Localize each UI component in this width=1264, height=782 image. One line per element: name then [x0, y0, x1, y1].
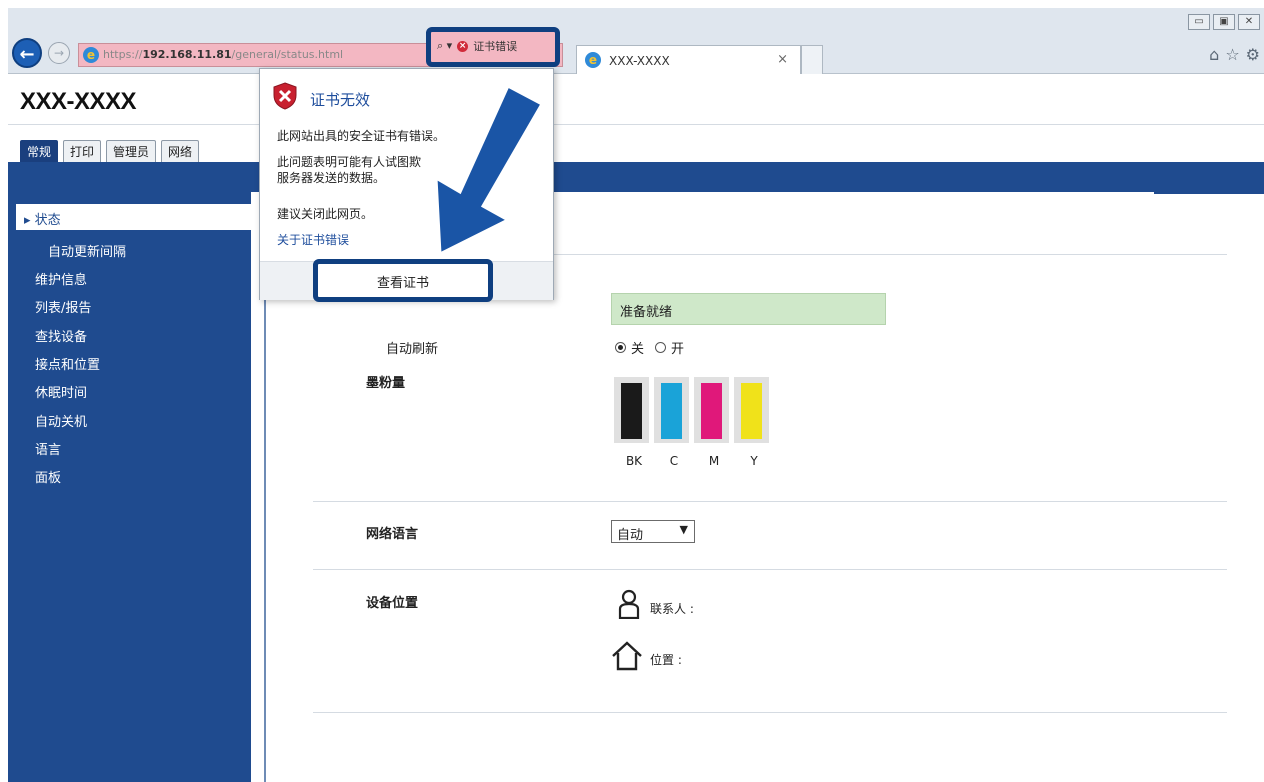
tab-network[interactable]: 网络: [161, 140, 200, 163]
web-language-value: 自动: [617, 528, 644, 543]
browser-tab[interactable]: e XXX-XXXX ×: [576, 45, 801, 74]
web-page: XXX-XXXX 常规 打印 管理员 网络 ▸ 状态 自动更新间隔 维护信息 列…: [8, 74, 1264, 782]
invalid-certificate-shield-icon: [273, 82, 297, 110]
toner-c-label: C: [669, 454, 679, 468]
home-icon[interactable]: ⌂: [1209, 45, 1219, 64]
sidebar-item-sleep-time[interactable]: 休眠时间: [35, 382, 87, 401]
toner-y-gauge: [734, 377, 769, 443]
toner-gauges: [614, 377, 769, 443]
error-shield-icon: ×: [457, 40, 469, 52]
tab-administrator[interactable]: 管理员: [106, 140, 157, 163]
tab-print[interactable]: 打印: [63, 140, 102, 163]
toner-labels: BK C M Y: [614, 454, 774, 468]
contact-label: 联系人 :: [650, 602, 694, 616]
about-certificate-errors-link[interactable]: 关于证书错误: [277, 231, 349, 248]
sidebar-item-contact-location[interactable]: 接点和位置: [35, 354, 100, 373]
location-label: 位置 :: [650, 653, 682, 667]
forward-arrow-icon[interactable]: →: [48, 42, 70, 64]
header-divider: [8, 124, 1264, 125]
toner-m-gauge: [694, 377, 729, 443]
header-bar: [8, 162, 1264, 194]
address-url: https://192.168.11.81/general/status.htm…: [103, 48, 344, 61]
new-tab-button[interactable]: [801, 45, 823, 74]
toolbar-icons: ⌂ ☆ ⚙: [1209, 45, 1260, 64]
popup-message-line: 建议关闭此网页。: [277, 207, 374, 221]
device-status-value: 准备就绪: [611, 293, 886, 325]
popup-message-line: 此网站出具的安全证书有错误。: [277, 129, 446, 143]
tab-close-icon[interactable]: ×: [777, 52, 788, 67]
toner-m-fill: [701, 383, 722, 439]
main-tabs: 常规 打印 管理员 网络: [20, 140, 200, 163]
ie-logo-icon: e: [83, 47, 99, 63]
auto-refresh-on-label: 开: [671, 342, 685, 357]
sidebar-item-maintenance[interactable]: 维护信息: [35, 269, 87, 288]
web-language-label: 网络语言: [366, 527, 419, 542]
toner-bk-label: BK: [625, 454, 643, 468]
auto-refresh-off-radio[interactable]: [615, 342, 626, 353]
toner-bk-gauge: [614, 377, 649, 443]
section-divider: [313, 501, 1227, 502]
toner-bk-fill: [621, 383, 642, 439]
popup-message-line: 服务器发送的数据。: [277, 171, 386, 185]
sidebar-item-find-device[interactable]: 查找设备: [35, 326, 87, 345]
web-language-select[interactable]: 自动 ▼: [611, 520, 695, 543]
contact-person-icon: [618, 589, 640, 619]
tab-general[interactable]: 常规: [20, 140, 59, 163]
maximize-button[interactable]: ▣: [1213, 14, 1235, 30]
view-certificate-button[interactable]: 查看证书: [313, 259, 493, 302]
auto-refresh-label: 自动刷新: [386, 342, 439, 357]
auto-refresh-on-radio[interactable]: [655, 342, 667, 353]
certificate-error-button[interactable]: ⌕ ▾ × 证书错误: [426, 27, 560, 67]
window-controls: ▭ ▣ ✕: [1188, 14, 1260, 30]
sidebar-item-language[interactable]: 语言: [35, 439, 61, 458]
device-location-label: 设备位置: [366, 596, 419, 611]
toner-level-label: 墨粉量: [366, 376, 406, 391]
auto-refresh-off-label: 关: [631, 342, 645, 357]
device-model-title: XXX-XXXX: [20, 88, 137, 115]
toner-m-label: M: [708, 454, 720, 468]
chevron-down-icon: ▼: [679, 523, 688, 536]
toner-c-fill: [661, 383, 682, 439]
search-dropdown-icon[interactable]: ⌕ ▾: [437, 39, 452, 53]
favorites-star-icon[interactable]: ☆: [1225, 45, 1239, 64]
close-button[interactable]: ✕: [1238, 14, 1260, 30]
section-divider: [313, 712, 1227, 713]
view-certificate-label: 查看证书: [376, 276, 429, 291]
back-arrow-icon[interactable]: ←: [12, 38, 42, 68]
sidebar-item-panel[interactable]: 面板: [35, 467, 61, 486]
sidebar: ▸ 状态 自动更新间隔 维护信息 列表/报告 查找设备 接点和位置 休眠时间 自…: [8, 192, 251, 782]
minimize-button[interactable]: ▭: [1188, 14, 1210, 30]
browser-chrome: ▭ ▣ ✕ ← → e https://192.168.11.81/genera…: [8, 8, 1264, 74]
settings-gear-icon[interactable]: ⚙: [1246, 45, 1260, 64]
toner-c-gauge: [654, 377, 689, 443]
certificate-error-label: 证书错误: [473, 40, 518, 53]
sidebar-item-lists-reports[interactable]: 列表/报告: [35, 297, 91, 316]
sidebar-item-auto-power-off[interactable]: 自动关机: [35, 411, 87, 430]
screen: ▭ ▣ ✕ ← → e https://192.168.11.81/genera…: [0, 0, 1264, 782]
sidebar-item-auto-refresh-interval[interactable]: 自动更新间隔: [48, 241, 126, 260]
section-divider: [313, 569, 1227, 570]
toner-y-label: Y: [750, 454, 758, 468]
sidebar-item-status[interactable]: ▸ 状态: [16, 204, 251, 230]
tab-title: XXX-XXXX: [609, 54, 670, 68]
toner-y-fill: [741, 383, 762, 439]
location-home-icon: [612, 641, 642, 671]
auto-refresh-options: 关 开: [615, 338, 684, 357]
popup-message-line: 此问题表明可能有人试图欺: [277, 155, 422, 169]
ie-logo-icon: e: [585, 52, 601, 68]
popup-title: 证书无效: [310, 91, 371, 109]
